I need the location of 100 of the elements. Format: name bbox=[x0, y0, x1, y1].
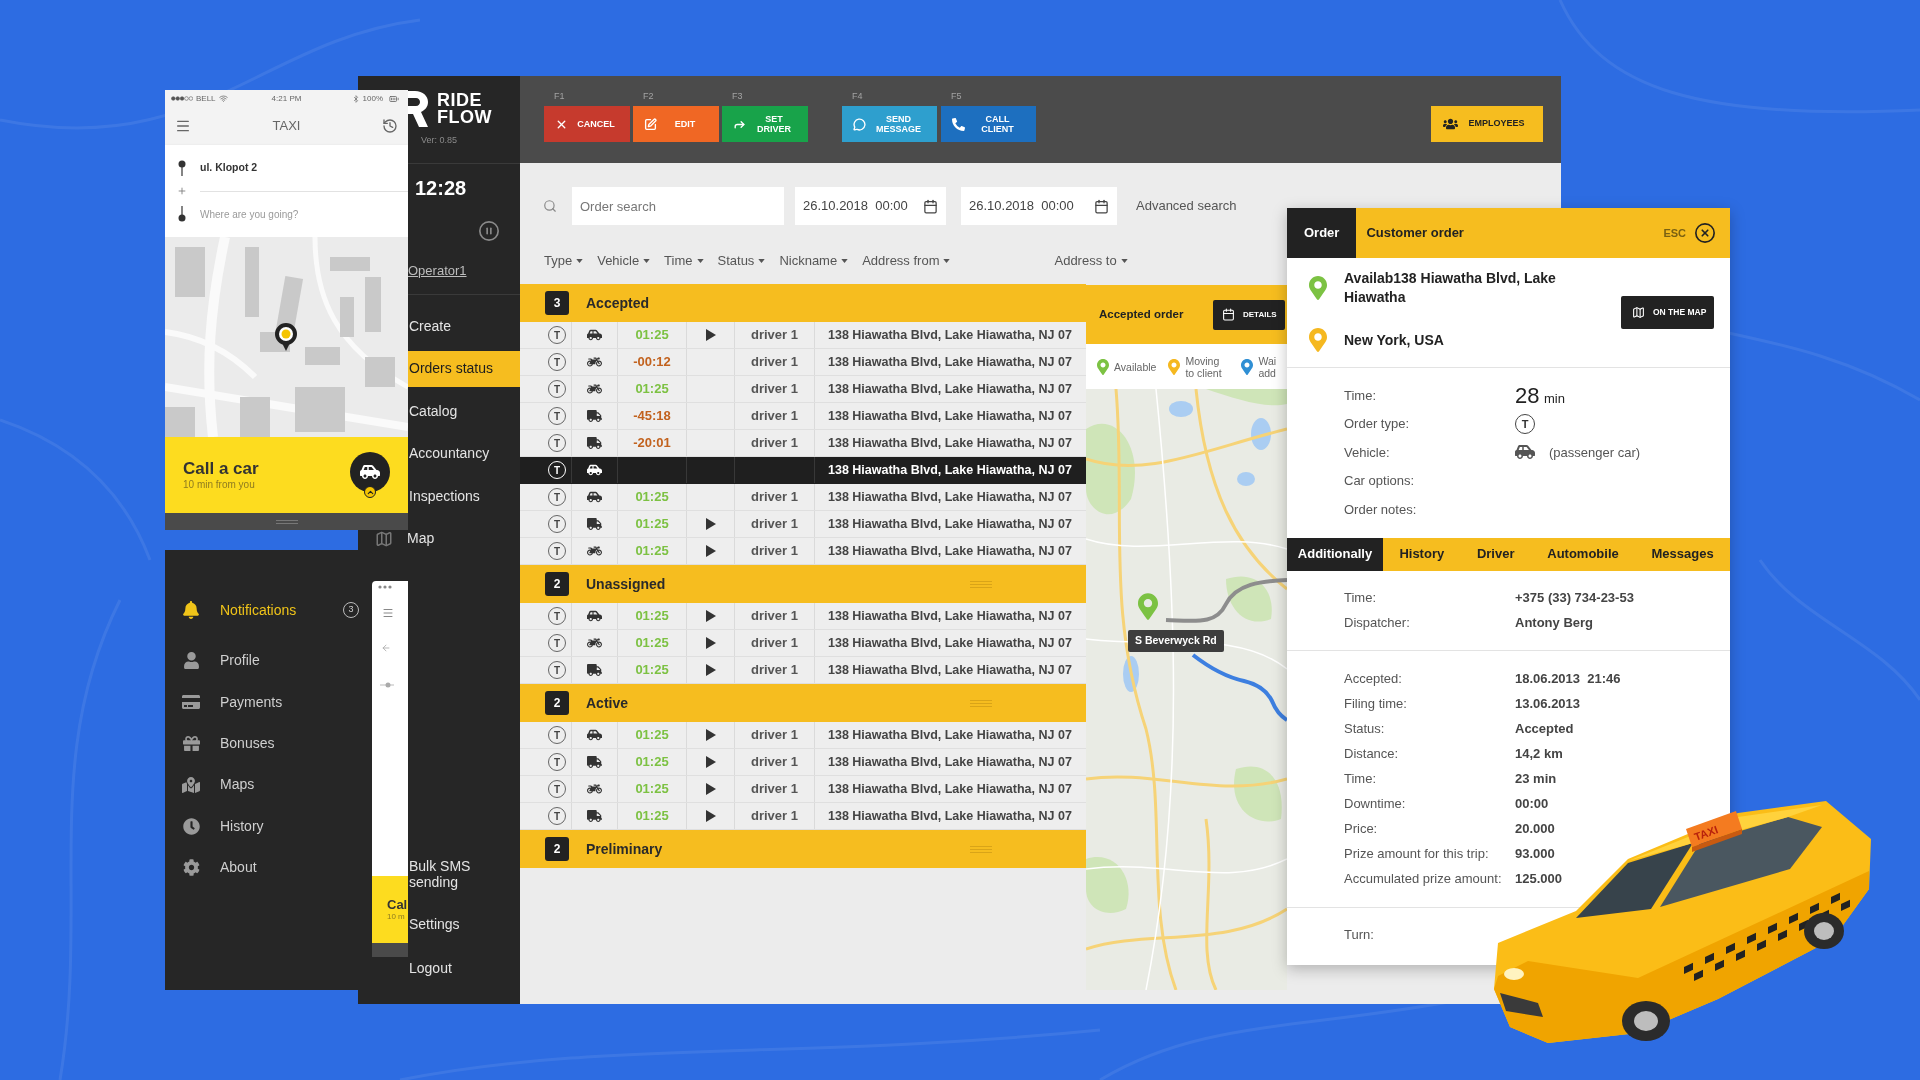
play-icon[interactable] bbox=[705, 545, 716, 557]
legend-label: Wai add bbox=[1258, 354, 1278, 379]
play-icon[interactable] bbox=[705, 783, 716, 795]
group-header[interactable]: 2 Preliminary bbox=[520, 830, 1086, 868]
employees-button[interactable]: EMPLOYEES bbox=[1431, 106, 1543, 142]
nav-item[interactable]: Orders status bbox=[408, 350, 520, 387]
panel-tab[interactable]: Order bbox=[1287, 208, 1357, 258]
group-title: Active bbox=[586, 693, 629, 713]
on-the-map-button[interactable]: ON THE MAP bbox=[1621, 296, 1714, 329]
table-row[interactable]: T 01:25 driver 1 138 Hiawatha Blvd, Lake Hiawatha, NJ 07 bbox=[520, 484, 1086, 511]
drag-handle-icon[interactable] bbox=[970, 580, 992, 588]
group-header[interactable]: 2 Active bbox=[520, 684, 1086, 722]
calendar-icon[interactable] bbox=[1094, 198, 1109, 214]
menu-item[interactable]: Payments bbox=[165, 681, 372, 723]
table-row[interactable]: T 01:25 driver 1 138 Hiawatha Blvd, Lake Hiawatha, NJ 07 bbox=[520, 538, 1086, 565]
car-icon bbox=[1515, 444, 1535, 461]
table-row[interactable]: T 01:25 driver 1 138 Hiawatha Blvd, Lake Hiawatha, NJ 07 bbox=[520, 657, 1086, 684]
play-icon[interactable] bbox=[705, 518, 716, 530]
location-pin-icon bbox=[1138, 593, 1158, 620]
call-car-button[interactable] bbox=[350, 452, 390, 492]
time-text: 01:25 bbox=[635, 780, 669, 799]
filter-dropdown[interactable]: Vehicle bbox=[597, 251, 651, 271]
drag-handle-icon[interactable] bbox=[970, 699, 992, 707]
table-row[interactable]: T 01:25 driver 1 138 Hiawatha Blvd, Lake Hiawatha, NJ 07 bbox=[520, 511, 1086, 538]
history-icon[interactable] bbox=[382, 118, 398, 134]
table-row[interactable]: T 138 Hiawatha Blvd, Lake Hiawatha, NJ 07 bbox=[520, 457, 1086, 484]
calendar-icon[interactable] bbox=[923, 198, 938, 214]
panel-tab[interactable]: Customer order bbox=[1356, 208, 1481, 258]
date-field[interactable]: 26.10.2018 00:00 bbox=[795, 187, 946, 225]
toolbar-button[interactable]: CANCEL bbox=[544, 106, 630, 142]
nav-item[interactable]: Accountancy bbox=[408, 435, 520, 472]
search-field[interactable]: Order search bbox=[572, 187, 784, 225]
field-value: 18.06.2013 21:46 bbox=[1515, 670, 1621, 689]
menu-item[interactable]: Maps bbox=[165, 764, 372, 806]
detail-tab[interactable]: Additionally bbox=[1287, 537, 1383, 571]
menu-icon[interactable] bbox=[175, 118, 191, 134]
details-button[interactable]: DETAILS bbox=[1213, 299, 1285, 330]
nav-item[interactable]: Catalog bbox=[408, 393, 520, 429]
filter-dropdown[interactable]: Address from bbox=[862, 251, 951, 271]
table-row[interactable]: T 01:25 driver 1 138 Hiawatha Blvd, Lake Hiawatha, NJ 07 bbox=[520, 376, 1086, 403]
nav-item[interactable]: Create bbox=[408, 308, 520, 344]
drag-handle-icon[interactable] bbox=[970, 845, 992, 853]
play-icon[interactable] bbox=[705, 664, 716, 676]
address-text: 138 Hiawatha Blvd, Lake Hiawatha, NJ 07 bbox=[828, 542, 1072, 560]
toolbar-button[interactable]: CALL CLIENT bbox=[941, 106, 1036, 142]
table-row[interactable]: T -20:01 driver 1 138 Hiawatha Blvd, Lake Hiawatha, NJ 07 bbox=[520, 430, 1086, 457]
date-field[interactable]: 26.10.2018 00:00 bbox=[961, 187, 1117, 225]
play-icon[interactable] bbox=[705, 729, 716, 741]
nav-item[interactable]: Map bbox=[366, 520, 520, 557]
table-row[interactable]: T 01:25 driver 1 138 Hiawatha Blvd, Lake Hiawatha, NJ 07 bbox=[520, 630, 1086, 657]
field-label: Accumulated prize amount: bbox=[1344, 870, 1503, 889]
table-row[interactable]: T 01:25 driver 1 138 Hiawatha Blvd, Lake Hiawatha, NJ 07 bbox=[520, 322, 1086, 349]
esc-hint: ESC bbox=[1663, 225, 1686, 241]
group-header[interactable]: 3 Accepted bbox=[520, 284, 1086, 322]
field-label: Order notes: bbox=[1344, 500, 1418, 519]
filter-dropdown[interactable]: Time bbox=[664, 251, 704, 271]
menu-item[interactable]: Notifications 3 bbox=[165, 590, 372, 630]
menu-item[interactable]: About bbox=[165, 846, 372, 889]
filter-dropdown[interactable]: Nickname bbox=[779, 251, 849, 271]
bluetooth-icon bbox=[351, 94, 360, 103]
nav-item[interactable]: Logout bbox=[408, 946, 520, 990]
battery-text: 100% bbox=[362, 92, 383, 105]
advanced-search-link[interactable]: Advanced search bbox=[1136, 196, 1237, 216]
table-row[interactable]: T -00:12 driver 1 138 Hiawatha Blvd, Lake Hiawatha, NJ 07 bbox=[520, 349, 1086, 376]
field-label: Turn: bbox=[1344, 926, 1375, 945]
play-icon[interactable] bbox=[705, 329, 716, 341]
table-row[interactable]: T -45:18 driver 1 138 Hiawatha Blvd, Lake Hiawatha, NJ 07 bbox=[520, 403, 1086, 430]
play-icon[interactable] bbox=[705, 637, 716, 649]
detail-tab[interactable]: Automobile bbox=[1530, 537, 1636, 571]
table-row[interactable]: T 01:25 driver 1 138 Hiawatha Blvd, Lake Hiawatha, NJ 07 bbox=[520, 749, 1086, 776]
menu-item[interactable]: Bonuses bbox=[165, 722, 372, 765]
group-header[interactable]: 2 Unassigned bbox=[520, 565, 1086, 603]
play-icon[interactable] bbox=[705, 756, 716, 768]
operator-link[interactable]: Operator1 bbox=[408, 262, 467, 280]
play-icon[interactable] bbox=[705, 610, 716, 622]
table-row[interactable]: T 01:25 driver 1 138 Hiawatha Blvd, Lake Hiawatha, NJ 07 bbox=[520, 776, 1086, 803]
filter-dropdown[interactable]: Type bbox=[544, 251, 584, 271]
filter-dropdown[interactable]: Address to bbox=[1054, 251, 1128, 271]
pause-icon[interactable] bbox=[478, 220, 500, 242]
drag-handle-icon[interactable] bbox=[275, 519, 298, 524]
table-row[interactable]: T 01:25 driver 1 138 Hiawatha Blvd, Lake Hiawatha, NJ 07 bbox=[520, 803, 1086, 830]
menu-item[interactable]: History bbox=[165, 805, 372, 847]
nav-item[interactable]: Settings bbox=[408, 902, 520, 946]
destination-field[interactable]: Where are you going? bbox=[200, 206, 408, 222]
table-row[interactable]: T 01:25 driver 1 138 Hiawatha Blvd, Lake Hiawatha, NJ 07 bbox=[520, 722, 1086, 749]
nav-item[interactable]: Inspections bbox=[408, 478, 520, 514]
play-icon[interactable] bbox=[705, 810, 716, 822]
detail-tab[interactable]: History bbox=[1383, 537, 1461, 571]
nav-item[interactable]: Bulk SMS sending bbox=[408, 846, 520, 902]
driver-text: driver 1 bbox=[751, 515, 798, 534]
menu-icon[interactable] bbox=[382, 607, 394, 619]
table-row[interactable]: T 01:25 driver 1 138 Hiawatha Blvd, Lake Hiawatha, NJ 07 bbox=[520, 603, 1086, 630]
menu-item[interactable]: Profile bbox=[165, 640, 372, 682]
field-value: +375 (33) 734-23-53 bbox=[1515, 589, 1634, 608]
close-icon[interactable] bbox=[1694, 222, 1716, 244]
filter-dropdown[interactable]: Status bbox=[717, 251, 766, 271]
battery-icon bbox=[386, 93, 402, 104]
detail-tab[interactable]: Driver bbox=[1460, 537, 1531, 571]
chat-bubble-icon bbox=[853, 117, 866, 131]
detail-tab[interactable]: Messages bbox=[1635, 537, 1731, 571]
